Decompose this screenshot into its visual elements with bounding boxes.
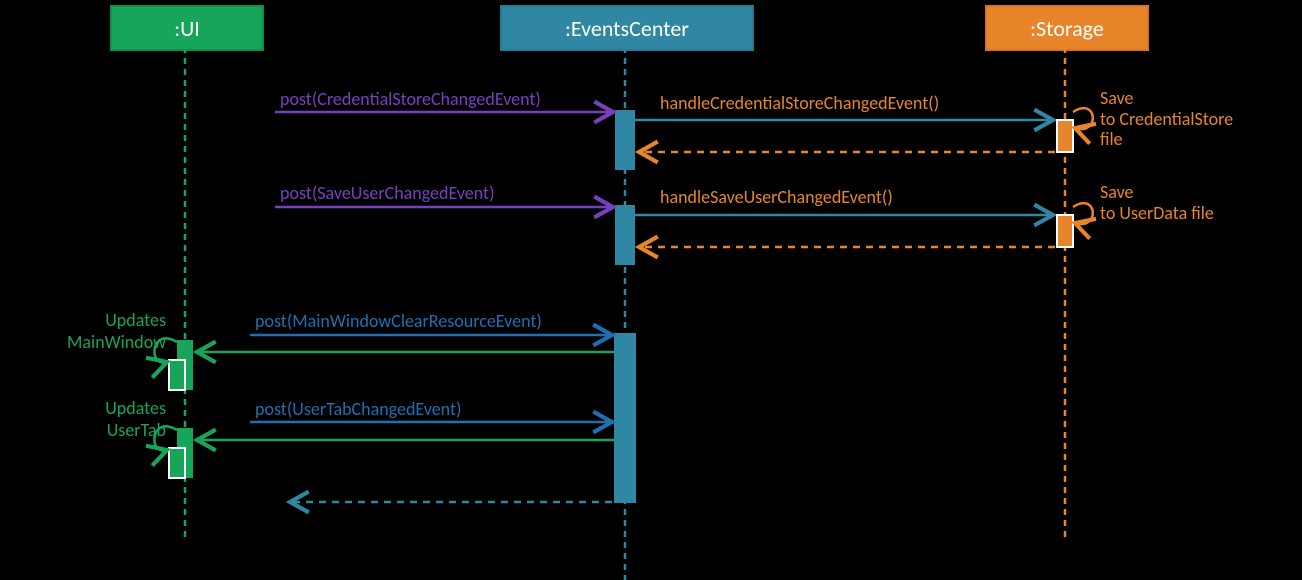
msg-post-credential: post(CredentialStoreChangedEvent) bbox=[280, 88, 541, 110]
text: file bbox=[1100, 128, 1123, 150]
text: Save bbox=[1100, 181, 1134, 203]
text: to CredentialStore bbox=[1100, 108, 1233, 130]
selfmsg-updates-mainwindow: Updates MainWindow bbox=[36, 310, 166, 353]
participant-events: :EventsCenter bbox=[500, 5, 754, 51]
text: UserTab bbox=[107, 419, 166, 441]
participant-ui-label: :UI bbox=[174, 15, 200, 42]
text: Updates bbox=[105, 397, 166, 419]
participant-storage-label: :Storage bbox=[1030, 15, 1104, 42]
msg-handle-credential: handleCredentialStoreChangedEvent() bbox=[660, 92, 939, 114]
msg-post-usertab: post(UserTabChangedEvent) bbox=[255, 398, 461, 420]
selfmsg-save-credential: Save to CredentialStore file bbox=[1100, 88, 1233, 150]
msg-handle-saveuser: handleSaveUserChangedEvent() bbox=[660, 186, 893, 208]
selfmsg-updates-usertab: Updates UserTab bbox=[36, 398, 166, 441]
selfmsg-save-userdata: Save to UserData file bbox=[1100, 182, 1214, 223]
msg-post-mainwindow: post(MainWindowClearResourceEvent) bbox=[255, 310, 542, 332]
participant-events-label: :EventsCenter bbox=[565, 15, 689, 42]
text: Save bbox=[1100, 87, 1134, 109]
participant-storage: :Storage bbox=[985, 5, 1149, 51]
msg-post-saveuser: post(SaveUserChangedEvent) bbox=[280, 182, 495, 204]
participant-ui: :UI bbox=[110, 5, 264, 51]
text: to UserData file bbox=[1100, 202, 1214, 224]
text: MainWindow bbox=[67, 331, 166, 353]
text: Updates bbox=[105, 309, 166, 331]
sequence-diagram: :UI :EventsCenter :Storage post(Credenti… bbox=[0, 0, 1302, 580]
